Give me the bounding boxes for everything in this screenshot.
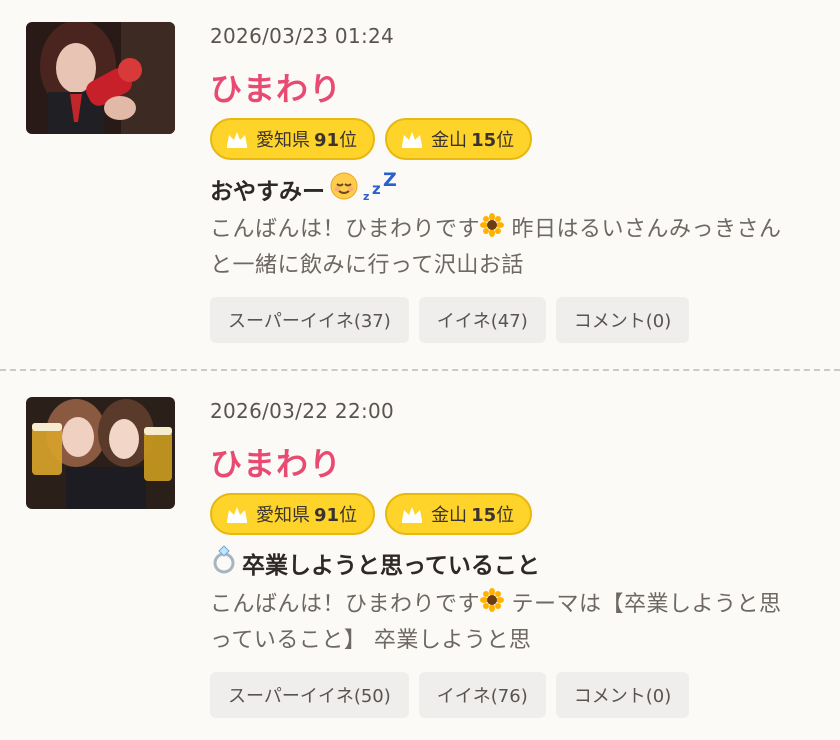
- badge-area: 愛知県: [256, 505, 310, 526]
- ring-icon: [210, 545, 238, 581]
- sunflower-icon: [480, 212, 505, 248]
- crown-icon: [401, 505, 423, 523]
- svg-text:Z: Z: [383, 170, 397, 191]
- rank-badges: 愛知県 91位 金山 15位: [210, 118, 533, 160]
- post-actions: スーパーイイネ(37) イイネ(47) コメント(0): [210, 297, 690, 343]
- rank-badges: 愛知県 91位 金山 15位: [210, 493, 533, 535]
- like-button[interactable]: イイネ(76): [418, 672, 546, 718]
- post-title-text: おやすみー: [210, 179, 325, 205]
- post-excerpt[interactable]: こんばんは！ひまわりです テーマは【卒業しようと思っていること】 卒業しようと思: [210, 587, 800, 658]
- super-like-button[interactable]: スーパーイイネ(50): [210, 672, 409, 718]
- sunflower-icon: [480, 587, 505, 623]
- blog-feed: 2026/03/23 01:24 ひまわり 愛知県 91位 金山 15位 おやす…: [0, 0, 840, 740]
- post-title[interactable]: おやすみー zzZ: [210, 169, 397, 208]
- badge-area: 金山: [431, 130, 468, 151]
- badge-rank: 91: [314, 505, 340, 526]
- post-excerpt[interactable]: こんばんは！ひまわりです 昨日はるいさんみっきさんと一緒に飲みに行って沢山お話: [210, 212, 800, 283]
- crown-icon: [226, 130, 248, 148]
- author-name[interactable]: ひまわり: [210, 439, 342, 485]
- comment-button[interactable]: コメント(0): [555, 297, 690, 343]
- crown-icon: [226, 505, 248, 523]
- blog-post[interactable]: 2026/03/23 01:24 ひまわり 愛知県 91位 金山 15位 おやす…: [0, 0, 840, 350]
- comment-button[interactable]: コメント(0): [555, 672, 690, 718]
- post-date: 2026/03/23 01:24: [210, 24, 395, 48]
- badge-suffix: 位: [339, 130, 358, 151]
- blog-post[interactable]: 2026/03/22 22:00 ひまわり 愛知県 91位 金山 15位 卒業し…: [0, 375, 840, 725]
- svg-text:z: z: [372, 180, 381, 198]
- zzz-icon: zzZ: [363, 169, 397, 208]
- post-divider: [0, 369, 840, 371]
- post-title[interactable]: 卒業しようと思っていること: [210, 545, 540, 581]
- relieved-face-icon: [329, 171, 359, 207]
- svg-text:z: z: [363, 190, 369, 202]
- author-name[interactable]: ひまわり: [210, 64, 342, 110]
- like-button[interactable]: イイネ(47): [418, 297, 546, 343]
- super-like-button[interactable]: スーパーイイネ(37): [210, 297, 409, 343]
- badge-suffix: 位: [496, 505, 515, 526]
- badge-area: 金山: [431, 505, 468, 526]
- rank-badge-area[interactable]: 金山 15位: [385, 493, 533, 535]
- badge-area: 愛知県: [256, 130, 310, 151]
- rank-badge-prefecture[interactable]: 愛知県 91位: [210, 493, 376, 535]
- badge-rank: 15: [471, 505, 497, 526]
- crown-icon: [401, 130, 423, 148]
- rank-badge-area[interactable]: 金山 15位: [385, 118, 533, 160]
- post-thumbnail[interactable]: [26, 22, 175, 134]
- badge-rank: 15: [471, 130, 497, 151]
- excerpt-text: こんばんは！ひまわりです: [210, 217, 481, 242]
- post-date: 2026/03/22 22:00: [210, 399, 395, 423]
- rank-badge-prefecture[interactable]: 愛知県 91位: [210, 118, 376, 160]
- post-thumbnail[interactable]: [26, 397, 175, 509]
- badge-rank: 91: [314, 130, 340, 151]
- badge-suffix: 位: [339, 505, 358, 526]
- badge-suffix: 位: [496, 130, 515, 151]
- post-actions: スーパーイイネ(50) イイネ(76) コメント(0): [210, 672, 690, 718]
- excerpt-text: こんばんは！ひまわりです: [210, 592, 481, 617]
- post-title-text: 卒業しようと思っていること: [242, 553, 540, 579]
